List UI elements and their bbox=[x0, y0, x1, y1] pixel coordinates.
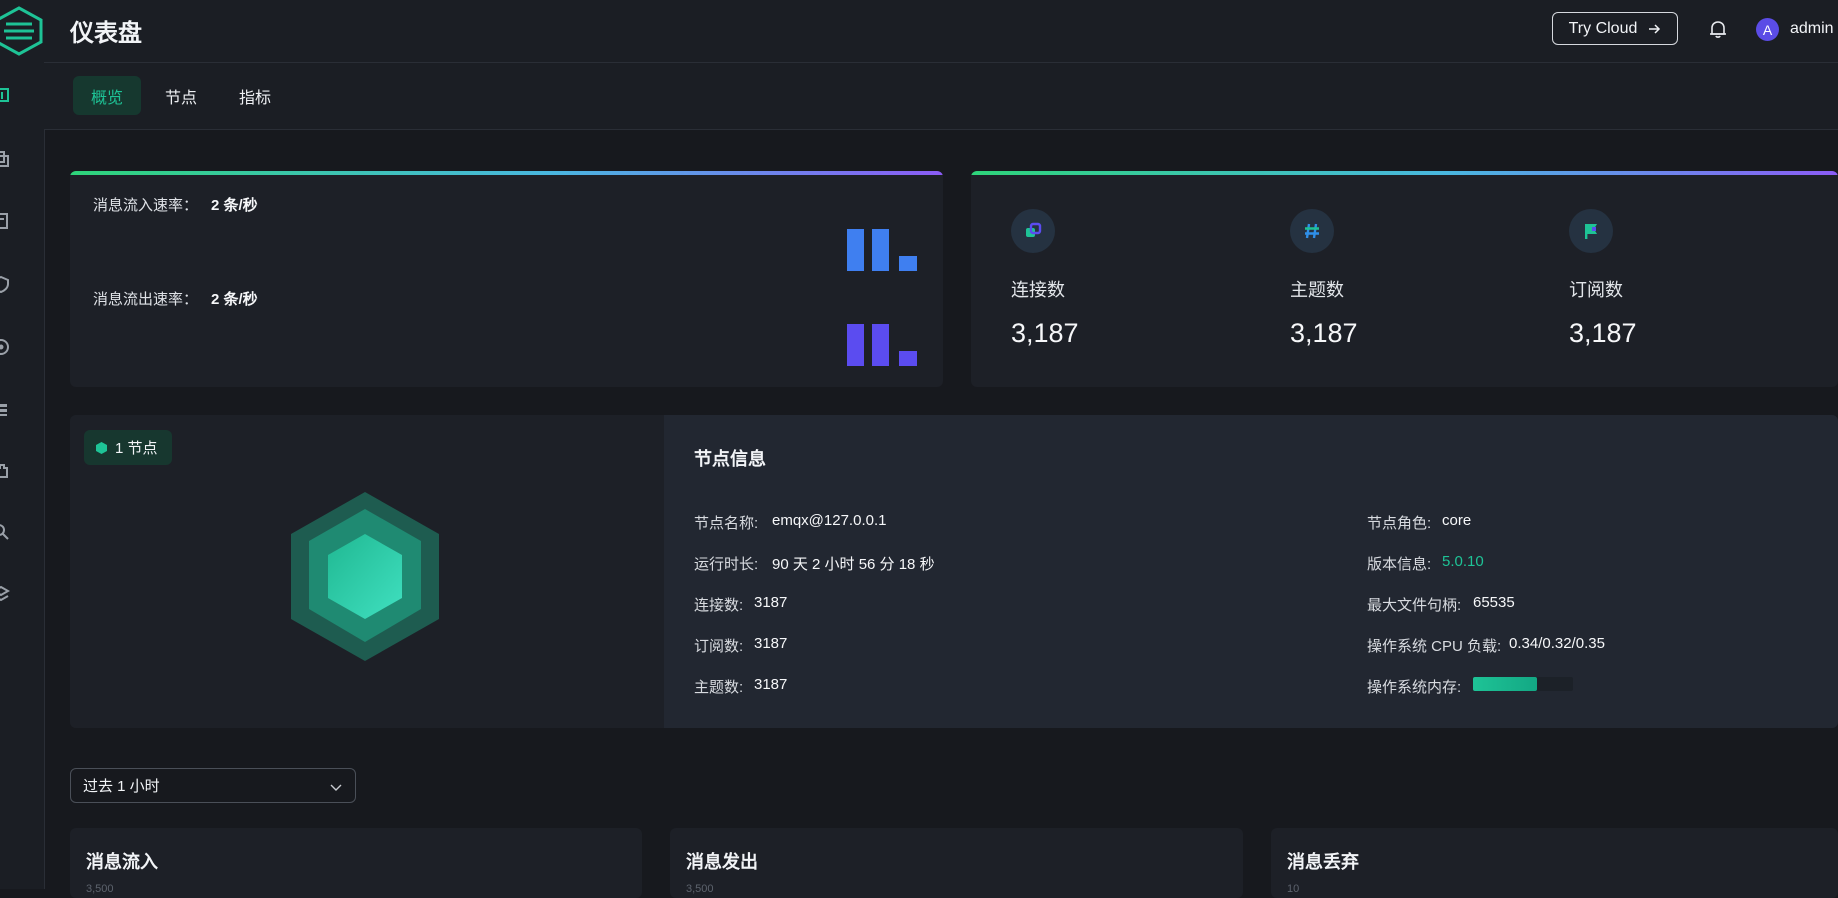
tab-nodes[interactable]: 节点 bbox=[147, 76, 215, 115]
extensions-icon[interactable] bbox=[0, 462, 10, 480]
node-topics-label: 主题数: bbox=[694, 679, 744, 696]
memory-usage-bar bbox=[1473, 677, 1573, 691]
inbound-rate-value: 2 条/秒 bbox=[211, 197, 258, 214]
node-info-card: 1 节点 节点信息 节点名称: emqx@127.0.0.1 运行时长: 90 … bbox=[70, 415, 1838, 728]
connections-value: 3,187 bbox=[1011, 318, 1079, 348]
chart-title-outbound: 消息发出 bbox=[686, 852, 758, 872]
memory-label: 操作系统内存: bbox=[1367, 679, 1462, 696]
connections-icon bbox=[1011, 209, 1055, 253]
tab-metrics[interactable]: 指标 bbox=[221, 76, 289, 115]
integration-icon[interactable] bbox=[0, 338, 10, 356]
node-name-value: emqx@127.0.0.1 bbox=[772, 512, 887, 529]
card-gradient-bar bbox=[70, 171, 943, 175]
chart-card-inbound: 消息流入 3,500 bbox=[70, 828, 642, 898]
emqx-logo[interactable] bbox=[0, 6, 44, 56]
max-fds-value: 65535 bbox=[1473, 594, 1515, 611]
node-role-label: 节点角色: bbox=[1367, 515, 1432, 532]
diagnose-icon[interactable] bbox=[0, 523, 10, 541]
uptime-label: 运行时长: bbox=[694, 556, 759, 573]
chart-tick-dropped: 10 bbox=[1287, 883, 1300, 895]
flag-icon bbox=[1569, 209, 1613, 253]
node-role-value: core bbox=[1442, 512, 1472, 529]
cpu-load-value: 0.34/0.32/0.35 bbox=[1509, 635, 1605, 652]
node-connections-value: 3187 bbox=[754, 594, 788, 611]
node-name-label: 节点名称: bbox=[694, 515, 759, 532]
time-range-value: 过去 1 小时 bbox=[83, 778, 160, 795]
chevron-down-icon bbox=[330, 784, 342, 791]
bell-icon[interactable] bbox=[1707, 18, 1729, 40]
stats-card: 连接数 3,187 主题数 3,187 订阅数 3,187 bbox=[971, 171, 1838, 387]
hash-icon bbox=[1290, 209, 1334, 253]
node-hexagon[interactable] bbox=[290, 492, 440, 662]
cpu-load-label: 操作系统 CPU 负载: bbox=[1367, 638, 1502, 655]
version-value: 5.0.10 bbox=[1442, 553, 1484, 570]
subscriptions-label: 订阅数 bbox=[1569, 280, 1623, 300]
arrow-right-icon bbox=[1649, 23, 1661, 34]
try-cloud-button[interactable]: Try Cloud bbox=[1552, 12, 1678, 45]
shield-icon[interactable] bbox=[0, 275, 10, 293]
node-subscriptions-label: 订阅数: bbox=[694, 638, 744, 655]
card-gradient-bar bbox=[971, 171, 1838, 175]
node-details-panel: 节点信息 节点名称: emqx@127.0.0.1 运行时长: 90 天 2 小… bbox=[664, 415, 1838, 728]
node-subscriptions-value: 3187 bbox=[754, 635, 788, 652]
chart-title-inbound: 消息流入 bbox=[86, 852, 158, 872]
node-info-title: 节点信息 bbox=[694, 449, 766, 469]
message-rate-card: 消息流入速率： 2 条/秒 消息流出速率： 2 条/秒 bbox=[70, 171, 943, 387]
inbound-rate-bars bbox=[847, 229, 917, 271]
top-header: 仪表盘 Try Cloud A admin bbox=[44, 0, 1838, 63]
management-icon[interactable] bbox=[0, 400, 10, 418]
chart-card-outbound: 消息发出 3,500 bbox=[670, 828, 1243, 898]
chart-title-dropped: 消息丢弃 bbox=[1287, 852, 1359, 872]
version-label: 版本信息: bbox=[1367, 556, 1432, 573]
avatar[interactable]: A bbox=[1756, 18, 1779, 41]
max-fds-label: 最大文件句柄: bbox=[1367, 597, 1462, 614]
node-connections-label: 连接数: bbox=[694, 597, 744, 614]
node-topics-value: 3187 bbox=[754, 676, 788, 693]
topics-label: 主题数 bbox=[1290, 280, 1344, 300]
sidebar bbox=[0, 0, 45, 889]
outbound-rate-bars bbox=[847, 324, 917, 366]
time-range-select[interactable]: 过去 1 小时 bbox=[70, 768, 356, 803]
topics-value: 3,187 bbox=[1290, 318, 1358, 348]
tab-overview[interactable]: 概览 bbox=[73, 76, 142, 115]
user-name[interactable]: admin bbox=[1790, 20, 1834, 38]
dashboard-icon[interactable] bbox=[0, 86, 10, 104]
page-title: 仪表盘 bbox=[70, 20, 142, 47]
outbound-rate-value: 2 条/秒 bbox=[211, 291, 258, 308]
uptime-value: 90 天 2 小时 56 分 18 秒 bbox=[772, 556, 935, 573]
connections-nav-icon[interactable] bbox=[0, 150, 10, 168]
connections-label: 连接数 bbox=[1011, 280, 1065, 300]
node-count-label: 1 节点 bbox=[115, 440, 158, 457]
system-icon[interactable] bbox=[0, 585, 10, 603]
subscriptions-nav-icon[interactable] bbox=[0, 212, 10, 230]
try-cloud-label: Try Cloud bbox=[1568, 19, 1638, 37]
node-topology-panel: 1 节点 bbox=[70, 415, 664, 728]
chart-tick-outbound: 3,500 bbox=[686, 883, 714, 895]
chart-card-dropped: 消息丢弃 10 bbox=[1271, 828, 1838, 898]
subscriptions-value: 3,187 bbox=[1569, 318, 1637, 348]
outbound-rate-label: 消息流出速率： bbox=[93, 291, 199, 308]
inbound-rate-label: 消息流入速率： bbox=[93, 197, 199, 214]
chart-tick-inbound: 3,500 bbox=[86, 883, 114, 895]
memory-usage-fill bbox=[1473, 677, 1537, 691]
hexagon-icon bbox=[96, 441, 107, 454]
tab-bar: 概览 节点 指标 bbox=[44, 63, 1838, 130]
node-count-badge[interactable]: 1 节点 bbox=[84, 430, 172, 465]
